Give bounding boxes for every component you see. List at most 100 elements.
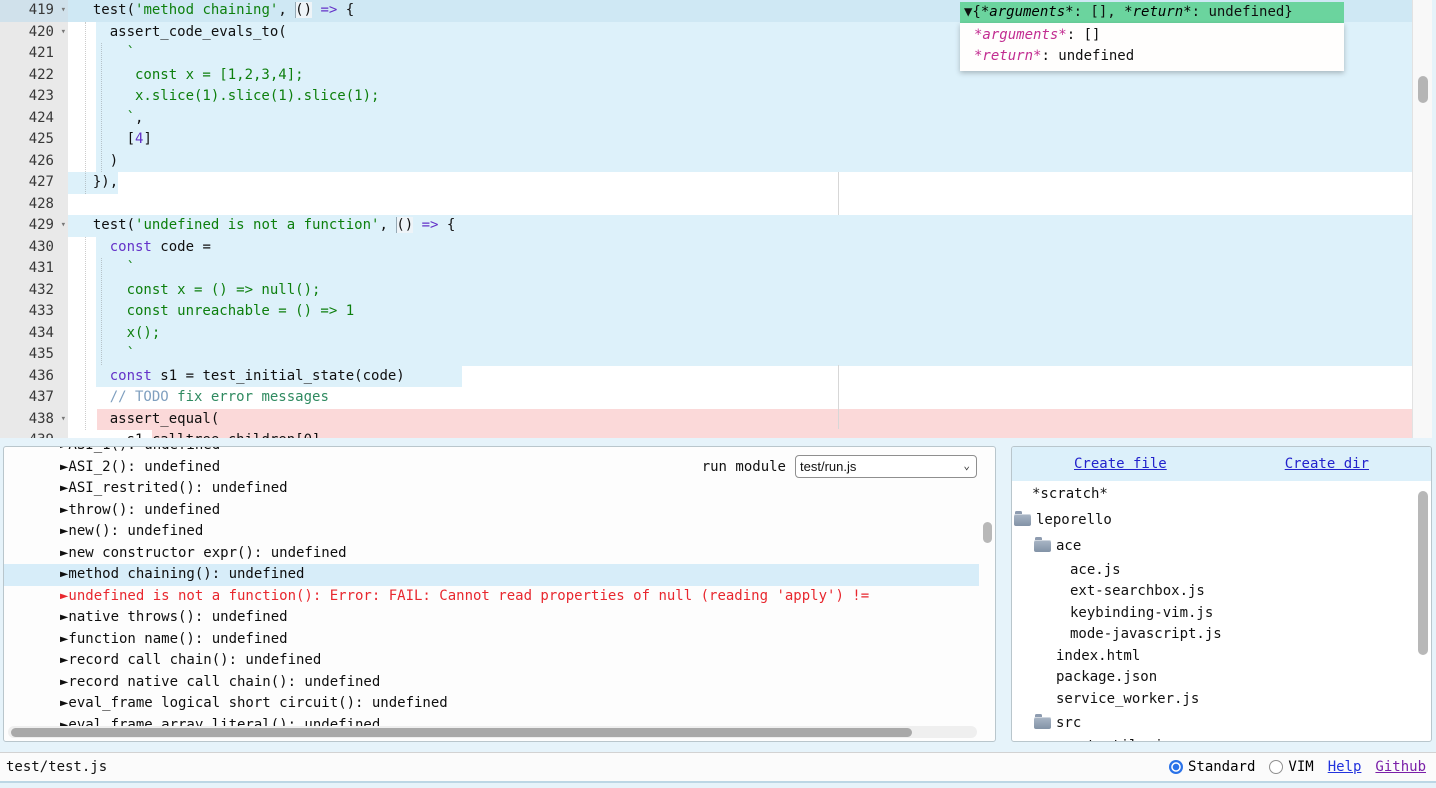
code-token: { — [438, 217, 455, 233]
code-line[interactable]: ` — [0, 344, 1412, 366]
test-result-item[interactable]: ►throw(): undefined — [4, 500, 979, 522]
editor-scrollbar-thumb[interactable] — [1418, 76, 1428, 103]
code-token: code = — [152, 239, 211, 255]
radio-standard-icon[interactable] — [1169, 760, 1183, 774]
code-line[interactable]: x(); — [0, 323, 1412, 345]
file-label: ext-searchbox.js — [1070, 583, 1205, 599]
file-label: ast_utils.js — [1070, 738, 1171, 742]
test-result-item[interactable]: ►native throws(): undefined — [4, 607, 979, 629]
run-module-label: run module — [702, 459, 786, 475]
tooltip-row[interactable]: *return*: undefined — [960, 46, 1344, 67]
test-result-item[interactable]: ►new(): undefined — [4, 521, 979, 543]
code-line[interactable]: // TODO fix error messages — [0, 387, 1412, 409]
code-token: ` — [76, 45, 135, 61]
standard-label: Standard — [1188, 759, 1255, 775]
code-token — [76, 239, 110, 255]
create-dir-link[interactable]: Create dir — [1285, 447, 1369, 481]
radio-vim-icon[interactable] — [1269, 760, 1283, 774]
editor-vertical-scrollbar[interactable] — [1412, 0, 1432, 438]
help-link[interactable]: Help — [1328, 759, 1362, 775]
tooltip-value: : [] — [1067, 27, 1101, 43]
file-label: leporello — [1036, 512, 1112, 528]
logs-horizontal-scrollbar-thumb[interactable] — [11, 728, 912, 737]
test-result-item[interactable]: ►function name(): undefined — [4, 629, 979, 651]
code-line[interactable]: x.slice(1).slice(1).slice(1); — [0, 86, 1412, 108]
test-result-item[interactable]: ►undefined is not a function(): Error: F… — [4, 586, 979, 608]
file-tree-header: Create file Create dir — [1012, 447, 1431, 481]
file-tree-folder[interactable]: ace — [1012, 533, 1431, 559]
code-line[interactable]: s1.calltree.children[0] — [0, 430, 1412, 438]
folder-icon — [1014, 514, 1031, 526]
code-token: ) — [76, 153, 118, 169]
file-label: keybinding-vim.js — [1070, 605, 1213, 621]
logs-vertical-scrollbar-thumb[interactable] — [983, 522, 992, 543]
folder-icon — [1034, 717, 1051, 729]
files-vertical-scrollbar-thumb[interactable] — [1418, 491, 1428, 655]
test-result-item[interactable]: ►method chaining(): undefined — [4, 564, 979, 586]
code-token: 'undefined is not a function' — [135, 217, 379, 233]
current-file-path: test/test.js — [6, 759, 107, 775]
code-token: => — [320, 2, 337, 18]
code-line[interactable]: }), — [0, 172, 1412, 194]
file-tree-file[interactable]: ace.js — [1012, 559, 1431, 581]
file-tree-file[interactable]: mode-javascript.js — [1012, 624, 1431, 646]
run-module-control: run module test/run.js ⌄ — [702, 455, 977, 478]
github-link[interactable]: Github — [1375, 759, 1426, 775]
file-tree-file[interactable]: service_worker.js — [1012, 688, 1431, 710]
test-result-item[interactable]: ►eval_frame logical short circuit(): und… — [4, 693, 979, 715]
keybinding-standard-option[interactable]: Standard — [1169, 759, 1255, 775]
test-result-item[interactable]: ►new constructor expr(): undefined — [4, 543, 979, 565]
code-token: 'method chaining' — [135, 2, 278, 18]
code-line[interactable]: const s1 = test_initial_state(code) — [0, 366, 1412, 388]
file-tree-file[interactable]: ast_utils.js — [1012, 736, 1431, 743]
file-tree-file[interactable]: index.html — [1012, 645, 1431, 667]
tooltip-header-token: ▼{ — [964, 4, 981, 20]
tooltip-row[interactable]: *arguments*: [] — [960, 25, 1344, 46]
code-token: const — [110, 368, 152, 384]
tooltip-header-token: : [], — [1074, 4, 1125, 20]
file-tree-file[interactable]: keybinding-vim.js — [1012, 602, 1431, 624]
test-results-panel: ►ASI_1(): undefined►ASI_2(): undefined►A… — [3, 446, 996, 742]
file-tree-list: *scratch* leporello aceace.js ext-searchbox… — [1012, 481, 1431, 742]
tooltip-value: : undefined — [1041, 48, 1134, 64]
code-token — [76, 368, 110, 384]
file-tree-file[interactable]: *scratch* — [1012, 481, 1431, 507]
file-label: service_worker.js — [1056, 691, 1199, 707]
file-tree-folder[interactable]: src — [1012, 710, 1431, 736]
file-tree-file[interactable]: package.json — [1012, 667, 1431, 689]
tooltip-header[interactable]: ▼{*arguments*: [], *return*: undefined} — [960, 2, 1344, 23]
code-line[interactable]: ) — [0, 151, 1412, 173]
run-module-select[interactable]: test/run.js — [795, 455, 977, 478]
code-token: // TODO — [110, 389, 177, 405]
file-label: src — [1056, 715, 1081, 731]
logs-horizontal-scrollbar[interactable] — [8, 726, 977, 738]
file-tree-file[interactable]: ext-searchbox.js — [1012, 581, 1431, 603]
code-token: s1.calltree.children[0] — [76, 432, 320, 438]
test-result-item[interactable]: ►record native call chain(): undefined — [4, 672, 979, 694]
file-tree-panel: Create file Create dir *scratch* leporell… — [1011, 446, 1432, 742]
code-line[interactable] — [0, 194, 1412, 216]
code-line[interactable]: assert_equal( — [0, 409, 1412, 431]
value-inspector-tooltip: ▼{*arguments*: [], *return*: undefined} … — [960, 2, 1344, 71]
code-line[interactable]: test('undefined is not a function', () =… — [0, 215, 1412, 237]
code-line[interactable]: const unreachable = () => 1 — [0, 301, 1412, 323]
code-token: , — [135, 110, 143, 126]
create-file-link[interactable]: Create file — [1074, 447, 1167, 481]
keybinding-vim-option[interactable]: VIM — [1269, 759, 1313, 775]
code-token: const — [110, 239, 152, 255]
code-line[interactable]: `, — [0, 108, 1412, 130]
test-result-item[interactable]: ►record call chain(): undefined — [4, 650, 979, 672]
file-label: package.json — [1056, 669, 1157, 685]
test-result-item[interactable]: ►ASI_restrited(): undefined — [4, 478, 979, 500]
code-line[interactable]: ` — [0, 258, 1412, 280]
code-line[interactable]: [4] — [0, 129, 1412, 151]
code-token: () — [396, 217, 413, 233]
code-token: test( — [76, 217, 135, 233]
code-token: , — [278, 2, 295, 18]
code-line[interactable]: const x = () => null(); — [0, 280, 1412, 302]
code-line[interactable]: const code = — [0, 237, 1412, 259]
test-results-list: ►ASI_1(): undefined►ASI_2(): undefined►A… — [4, 446, 995, 736]
tooltip-key: *return* — [974, 48, 1041, 64]
code-token: , — [379, 217, 396, 233]
file-tree-folder[interactable]: leporello — [1012, 507, 1431, 533]
